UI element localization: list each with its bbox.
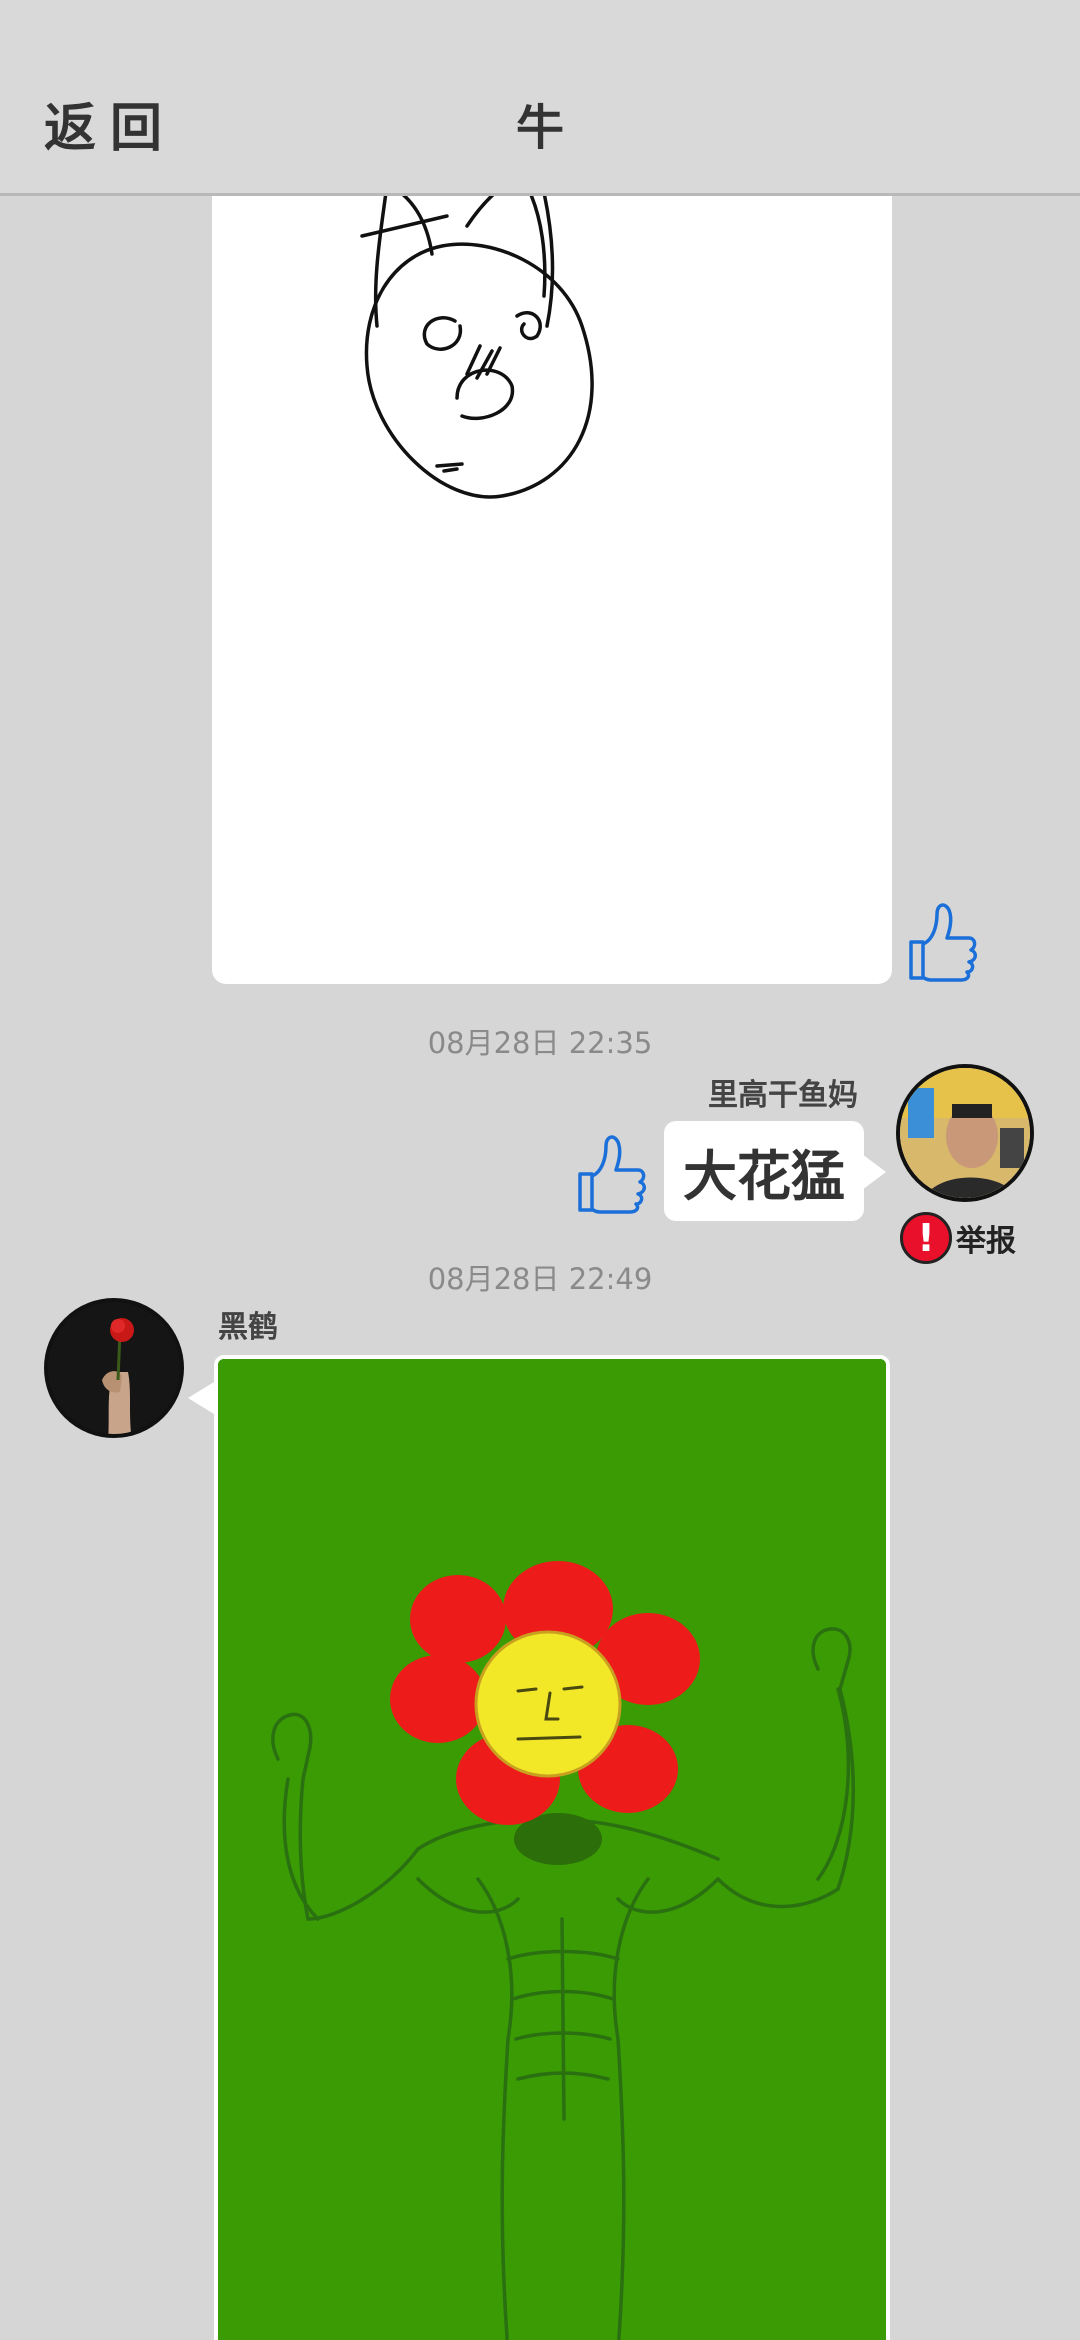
message-list[interactable]: 08月28日 22:35 里高干鱼妈 大花猛 ! 举报 08月28日 22:49…	[0, 196, 1080, 2340]
bubble-tail	[188, 1382, 214, 1414]
report-label: 举报	[956, 1224, 1016, 1259]
thumbs-up-icon[interactable]	[572, 1128, 648, 1214]
top-bar: 返回 牛	[0, 0, 1080, 196]
message-timestamp: 08月28日 22:35	[427, 1026, 653, 1060]
chat-screen: 返回 牛 08月28日 22:35 里高干鱼妈 大花猛 ! 举报 08月28日 …	[0, 0, 1080, 2340]
sender-avatar[interactable]	[44, 1298, 184, 1438]
sender-avatar[interactable]	[896, 1064, 1034, 1202]
bubble-tail	[862, 1154, 886, 1190]
thumbs-up-icon[interactable]	[903, 896, 979, 982]
drawing-message-image[interactable]	[212, 196, 892, 984]
sender-name: 里高干鱼妈	[708, 1078, 858, 1113]
avatar-photo	[900, 1068, 1030, 1198]
drawing-message-image[interactable]	[214, 1355, 890, 2340]
avatar-rose-hand	[48, 1302, 180, 1434]
sender-name: 黑鹤	[218, 1310, 278, 1345]
flower-muscle-man-drawing	[218, 1359, 886, 2340]
message-text: 大花猛	[683, 1144, 845, 1208]
rabbit-sketch-drawing	[360, 196, 594, 499]
message-bubble[interactable]: 大花猛	[664, 1121, 864, 1221]
message-timestamp: 08月28日 22:49	[427, 1262, 653, 1296]
page-title: 牛	[515, 100, 564, 156]
